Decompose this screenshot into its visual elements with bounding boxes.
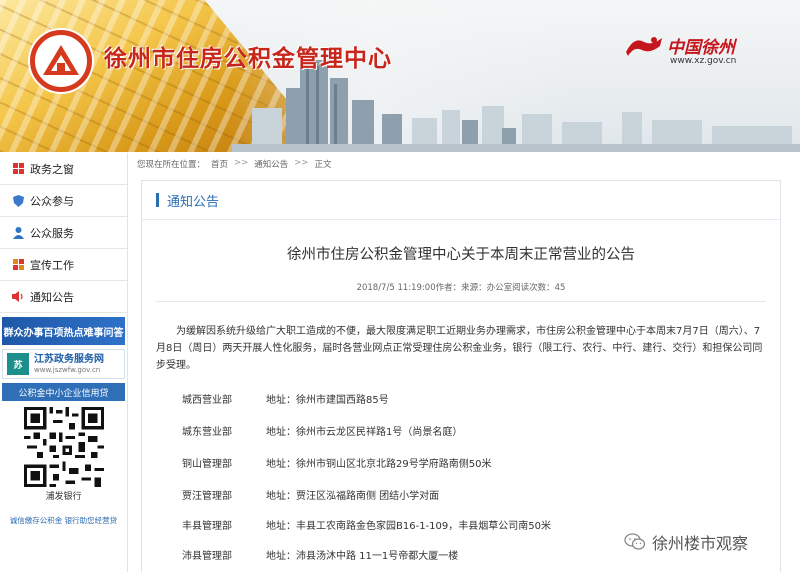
sidebar-item-label: 公众服务 — [30, 226, 74, 240]
article-panel: 通知公告 徐州市住房公积金管理中心关于本周末正常营业的公告 2018/7/5 1… — [141, 180, 781, 572]
portal-emblem-icon — [626, 37, 662, 56]
jiangsu-service-logo-icon: 苏 — [7, 353, 29, 375]
branch-row: 贾汪管理部 地址：贾汪区泓福路南侧 团结小学对面 — [182, 487, 439, 502]
branch-name: 丰县管理部 — [182, 521, 232, 532]
sidebar-item-notices[interactable]: 通知公告 — [0, 281, 127, 313]
header-banner: 徐州市住房公积金管理中心 中国徐州 www.xz.gov.cn — [0, 0, 800, 152]
branch-name: 贾汪管理部 — [182, 491, 232, 502]
sidebar-item-label: 宣传工作 — [30, 258, 74, 272]
panel-accent-bar — [156, 193, 159, 207]
panel-category: 通知公告 — [167, 194, 220, 210]
person-icon — [12, 226, 24, 239]
article-title: 徐州市住房公积金管理中心关于本周末正常营业的公告 — [287, 247, 635, 263]
house-roof-icon — [43, 45, 79, 75]
breadcrumb-section[interactable]: 通知公告 — [254, 158, 288, 170]
sidebar-item-public-service[interactable]: 公众服务 — [0, 217, 127, 249]
sidebar-item-label: 政务之窗 — [30, 162, 74, 176]
watermark-text: 徐州楼市观察 — [652, 534, 749, 553]
branch-name: 城西营业部 — [182, 395, 232, 406]
sidebar-item-public-participation[interactable]: 公众参与 — [0, 185, 127, 217]
branch-row: 沛县管理部 地址：沛县汤沐中路 11一1号帝都大厦一楼 — [182, 547, 458, 562]
breadcrumb-home[interactable]: 首页 — [211, 158, 228, 170]
hotline-qa-banner[interactable]: 群众办事百项热点难事问答 — [2, 317, 125, 345]
service-banner-url: www.jszwfw.gov.cn — [34, 365, 101, 374]
branch-row: 铜山管理部 地址：徐州市铜山区北京北路29号学府路南侧50米 — [182, 455, 491, 470]
qr-caption: 浦发银行 — [45, 492, 82, 502]
branch-row: 丰县管理部 地址：丰县工农南路金色家园B16-1-109，丰县烟草公司南50米 — [182, 517, 551, 532]
portal-title[interactable]: 中国徐州 — [667, 33, 735, 58]
branch-address: 地址：徐州市建国西路85号 — [266, 395, 389, 406]
qr-code-icon[interactable] — [23, 407, 104, 487]
qr-code-box: 浦发银行 — [2, 403, 125, 513]
branch-address: 地址：徐州市铜山区北京北路29号学府路南侧50米 — [266, 459, 492, 470]
branch-row: 城东营业部 地址：徐州市云龙区民祥路1号（尚景名庭） — [182, 423, 462, 438]
credit-loan-banner[interactable]: 公积金中小企业信用贷 — [2, 383, 125, 401]
breadcrumb-separator: >> — [294, 158, 309, 168]
breadcrumb-current: 正文 — [314, 160, 332, 170]
branch-address: 地址：沛县汤沐中路 11一1号帝都大厦一楼 — [266, 551, 459, 562]
portal-url[interactable]: www.xz.gov.cn — [670, 56, 736, 66]
branch-name: 沛县管理部 — [182, 551, 232, 562]
breadcrumb: 您现在所在位置： 首页 >> 通知公告 >> 正文 — [137, 158, 332, 170]
branch-name: 铜山管理部 — [182, 459, 232, 470]
grid-icon — [12, 163, 24, 175]
site-title: 徐州市住房公积金管理中心 — [104, 45, 392, 72]
panel-header: 通知公告 — [142, 181, 780, 219]
breadcrumb-prefix: 您现在所在位置： — [137, 160, 206, 170]
sidebar-item-gov-window[interactable]: 政务之窗 — [0, 153, 127, 185]
shield-icon — [12, 194, 24, 207]
sidebar: 政务之窗 公众参与 公众服务 宣传工作 通知公告 群众办事百项热点难事问答 苏 … — [0, 153, 128, 572]
tiles-icon — [12, 259, 24, 271]
breadcrumb-separator: >> — [234, 158, 249, 168]
loan-links[interactable]: 诚信缴存公积金 银行助您经营贷 — [2, 515, 125, 526]
sidebar-item-label: 通知公告 — [30, 290, 74, 304]
sidebar-item-publicity[interactable]: 宣传工作 — [0, 249, 127, 281]
speaker-icon — [12, 291, 24, 303]
branch-address: 地址：贾汪区泓福路南侧 团结小学对面 — [266, 491, 440, 502]
service-banner-title: 江苏政务服务网 — [34, 353, 104, 365]
wechat-icon — [624, 533, 646, 550]
jiangsu-gov-service-banner[interactable]: 苏 江苏政务服务网 www.jszwfw.gov.cn — [2, 349, 125, 379]
article-paragraph: 为缓解因系统升级给广大职工造成的不便，最大限度满足职工近期业务办理需求，市住房公… — [156, 326, 763, 371]
sidebar-item-label: 公众参与 — [30, 194, 74, 208]
branch-row: 城西营业部 地址：徐州市建国西路85号 — [182, 391, 389, 406]
housing-fund-logo[interactable] — [30, 30, 92, 92]
branch-address: 地址：丰县工农南路金色家园B16-1-109，丰县烟草公司南50米 — [266, 521, 551, 532]
wechat-watermark: 徐州楼市观察 — [620, 528, 753, 556]
article-meta: 2018/7/5 11:19:00作者：来源：办公室阅读次数：45 — [356, 283, 566, 293]
branch-name: 城东营业部 — [182, 427, 232, 438]
branch-address: 地址：徐州市云龙区民祥路1号（尚景名庭） — [266, 427, 463, 438]
